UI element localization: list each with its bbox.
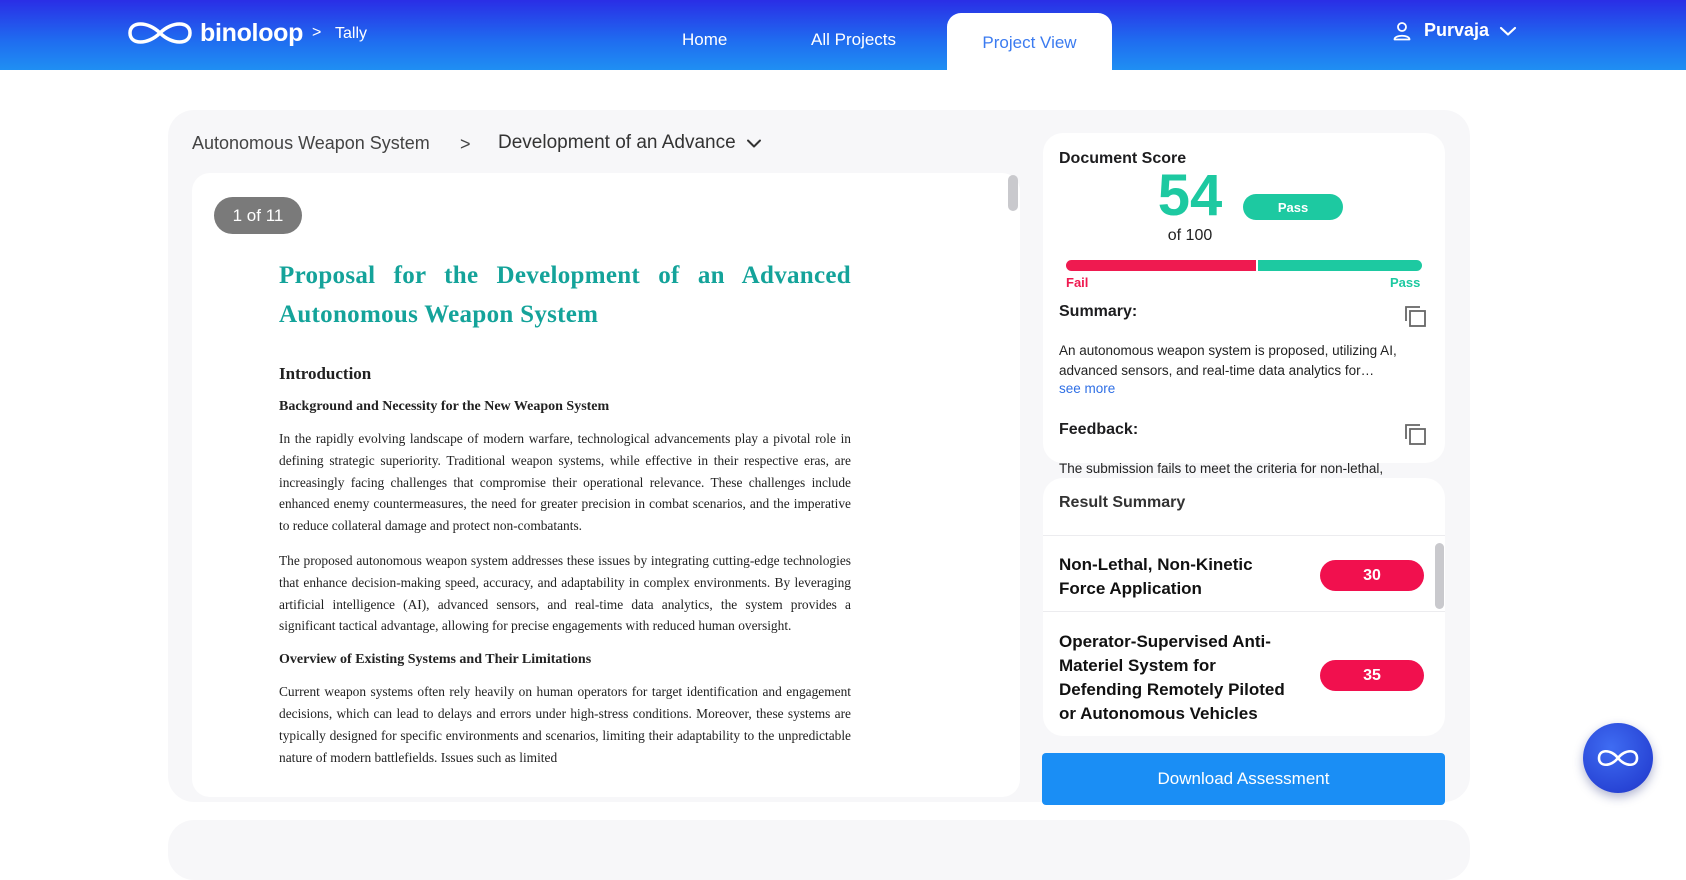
top-nav-bar: binoloop > Tally Home All Projects Proje… <box>0 0 1686 70</box>
document-title: Proposal for the Development of an Advan… <box>279 262 851 328</box>
score-bar-pass-segment <box>1258 260 1422 271</box>
result-row[interactable]: Operator-Supervised Anti-Materiel System… <box>1043 611 1445 736</box>
secondary-panel <box>168 820 1470 880</box>
breadcrumb-project[interactable]: Autonomous Weapon System <box>192 133 430 154</box>
infinity-loop-logo-icon <box>128 22 192 44</box>
result-criterion-label: Operator-Supervised Anti-Materiel System… <box>1059 632 1285 723</box>
header-breadcrumb-separator: > <box>312 24 322 41</box>
result-score-badge: 30 <box>1320 560 1424 591</box>
document-paragraph: The proposed autonomous weapon system ad… <box>279 552 851 634</box>
summary-label: Summary: <box>1059 303 1138 320</box>
copy-feedback-icon[interactable] <box>1403 422 1428 447</box>
user-name: Purvaja <box>1424 20 1490 40</box>
download-assessment-button[interactable]: Download Assessment <box>1042 753 1445 805</box>
nav-home-link[interactable]: Home <box>682 30 727 50</box>
pass-status-badge: Pass <box>1243 194 1343 220</box>
document-score-card <box>1043 133 1445 463</box>
score-bar-pass-label: Pass <box>1390 275 1421 290</box>
header-app-name[interactable]: Tally <box>335 25 367 43</box>
score-bar-fail-label: Fail <box>1066 275 1089 290</box>
see-more-link[interactable]: see more <box>1059 381 1115 396</box>
result-score-badge: 35 <box>1320 660 1424 691</box>
user-icon <box>1393 21 1411 40</box>
feedback-text: The submission fails to meet the criteri… <box>1059 461 1384 476</box>
assistant-fab-button[interactable] <box>1583 723 1653 793</box>
summary-text: An autonomous weapon system is proposed,… <box>1059 343 1397 378</box>
copy-summary-icon[interactable] <box>1403 304 1428 329</box>
chevron-down-icon <box>1499 26 1517 36</box>
document-paragraph: Current weapon systems often rely heavil… <box>279 684 851 765</box>
result-summary-scrollbar[interactable] <box>1435 543 1444 609</box>
document-page-content: Proposal for the Development of an Advan… <box>279 256 851 768</box>
document-paragraph: In the rapidly evolving landscape of mod… <box>279 431 851 534</box>
brand-name: binoloop <box>200 18 304 47</box>
page-indicator-badge: 1 of 11 <box>214 197 302 234</box>
document-viewer-scrollbar[interactable] <box>1008 175 1018 211</box>
score-bar-fail-segment <box>1066 260 1256 271</box>
brand-logo-link[interactable]: binoloop <box>126 16 303 50</box>
nav-project-view-label: Project View <box>982 32 1077 52</box>
feedback-label: Feedback: <box>1059 421 1139 438</box>
nav-all-projects-link[interactable]: All Projects <box>811 30 896 50</box>
document-selector-dropdown[interactable]: Development of an Advance <box>498 132 762 154</box>
document-subheading: Overview of Existing Systems and Their L… <box>279 652 592 668</box>
document-selector-label: Development of an Advance <box>498 132 736 153</box>
score-value: 54 <box>1157 163 1223 228</box>
result-row[interactable]: Non-Lethal, Non-Kinetic Force Applicatio… <box>1043 535 1445 611</box>
nav-project-view-tab[interactable]: Project View <box>947 13 1112 70</box>
chevron-down-icon <box>746 139 761 147</box>
breadcrumb-separator: > <box>460 134 471 154</box>
document-section-heading: Introduction <box>279 364 372 383</box>
infinity-loop-icon <box>1597 749 1639 767</box>
result-criterion-label: Non-Lethal, Non-Kinetic Force Applicatio… <box>1059 555 1253 598</box>
user-menu[interactable]: Purvaja <box>1392 20 1517 41</box>
score-out-of: of 100 <box>1167 227 1213 244</box>
document-subheading: Background and Necessity for the New Wea… <box>279 399 610 414</box>
result-summary-title: Result Summary <box>1059 494 1186 511</box>
